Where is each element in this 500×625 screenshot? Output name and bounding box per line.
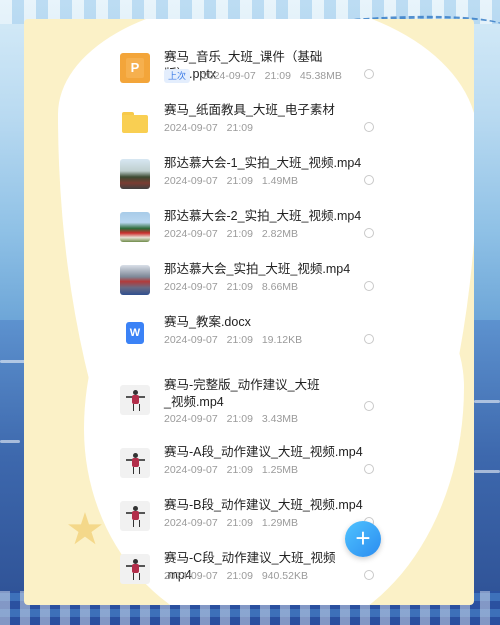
wave-line <box>474 400 500 403</box>
select-radio[interactable] <box>364 175 374 185</box>
file-size: 1.25MB <box>261 464 299 476</box>
file-time: 21:09 <box>264 70 291 82</box>
file-date: 2024-09-07 <box>202 70 256 82</box>
video-thumbnail <box>120 501 150 531</box>
file-row[interactable]: 那达慕大会-2_实拍_大班_视频.mp4 2024-09-07 21:09 2.… <box>92 202 392 252</box>
file-meta: 上次 2024-09-07 21:09 45.38MB <box>164 69 342 83</box>
file-time: 21:09 <box>226 464 253 476</box>
file-size: 940.52KB <box>261 570 308 582</box>
file-date: 2024-09-07 <box>164 413 218 425</box>
video-thumbnail <box>120 159 150 189</box>
file-time: 21:09 <box>226 228 253 240</box>
file-size: 1.49MB <box>261 175 299 187</box>
file-name: 赛马_纸面教具_大班_电子素材 <box>164 103 335 117</box>
file-date: 2024-09-07 <box>164 464 218 476</box>
docx-icon: W <box>120 318 150 348</box>
file-size: 19.12KB <box>261 334 303 346</box>
video-thumbnail <box>120 554 150 584</box>
wave-line <box>0 440 20 443</box>
ppt-icon: P <box>120 53 150 83</box>
file-meta: 2024-09-07 21:09 <box>164 122 253 134</box>
file-row[interactable]: 那达慕大会-1_实拍_大班_视频.mp4 2024-09-07 21:09 1.… <box>92 149 392 199</box>
plus-icon: + <box>355 523 371 553</box>
file-time: 21:09 <box>226 334 253 346</box>
file-name: 赛马_教案.docx <box>164 315 251 329</box>
file-size: 45.38MB <box>299 70 342 82</box>
file-name: 那达慕大会_实拍_大班_视频.mp4 <box>164 262 351 276</box>
file-meta: 2024-09-07 21:09 19.12KB <box>164 334 302 346</box>
select-radio[interactable] <box>364 281 374 291</box>
file-meta: 2024-09-07 21:09 8.66MB <box>164 281 298 293</box>
video-thumbnail <box>120 385 150 415</box>
file-row[interactable]: 那达慕大会_实拍_大班_视频.mp4 2024-09-07 21:09 8.66… <box>92 255 392 305</box>
file-time: 21:09 <box>226 175 253 187</box>
select-radio[interactable] <box>364 69 374 79</box>
file-meta: 2024-09-07 21:09 1.29MB <box>164 517 298 529</box>
recent-badge: 上次 <box>164 69 191 83</box>
file-time: 21:09 <box>226 122 253 134</box>
file-date: 2024-09-07 <box>164 122 218 134</box>
select-radio[interactable] <box>364 122 374 132</box>
file-row[interactable]: 赛马-C段_动作建议_大班_视频 .mp4 2024-09-07 21:09 9… <box>92 544 392 594</box>
file-name: 赛马-B段_动作建议_大班_视频.mp4 <box>164 498 363 512</box>
file-row[interactable]: 赛马-完整版_动作建议_大班_视频.mp4 2024-09-07 21:09 3… <box>92 373 392 435</box>
wave-line <box>474 470 500 473</box>
video-thumbnail <box>120 265 150 295</box>
select-radio[interactable] <box>364 401 374 411</box>
file-row[interactable]: 赛马-A段_动作建议_大班_视频.mp4 2024-09-07 21:09 1.… <box>92 438 392 488</box>
file-size: 3.43MB <box>261 413 299 425</box>
file-meta: 2024-09-07 21:09 3.43MB <box>164 413 298 425</box>
file-name: 赛马-完整版_动作建议_大班_视频.mp4 <box>164 378 320 409</box>
file-meta: 2024-09-07 21:09 1.25MB <box>164 464 298 476</box>
file-meta: 2024-09-07 21:09 940.52KB <box>164 570 308 582</box>
file-date: 2024-09-07 <box>164 517 218 529</box>
file-date: 2024-09-07 <box>164 570 218 582</box>
file-date: 2024-09-07 <box>164 175 218 187</box>
file-meta: 2024-09-07 21:09 1.49MB <box>164 175 298 187</box>
select-radio[interactable] <box>364 334 374 344</box>
file-time: 21:09 <box>226 413 253 425</box>
file-date: 2024-09-07 <box>164 281 218 293</box>
file-time: 21:09 <box>226 517 253 529</box>
file-date: 2024-09-07 <box>164 334 218 346</box>
select-radio[interactable] <box>364 228 374 238</box>
wave-line <box>0 360 26 363</box>
file-size: 2.82MB <box>261 228 299 240</box>
video-thumbnail <box>120 212 150 242</box>
file-time: 21:09 <box>226 281 253 293</box>
file-size: 1.29MB <box>261 517 299 529</box>
file-size: 8.66MB <box>261 281 299 293</box>
file-name: 那达慕大会-2_实拍_大班_视频.mp4 <box>164 209 362 223</box>
file-date: 2024-09-07 <box>164 228 218 240</box>
file-row[interactable]: W 赛马_教案.docx 2024-09-07 21:09 19.12KB <box>92 308 392 358</box>
file-meta: 2024-09-07 21:09 2.82MB <box>164 228 298 240</box>
add-button[interactable]: + <box>345 521 381 557</box>
folder-icon <box>120 106 150 136</box>
file-name: 那达慕大会-1_实拍_大班_视频.mp4 <box>164 156 362 170</box>
file-name: 赛马-A段_动作建议_大班_视频.mp4 <box>164 445 363 459</box>
video-thumbnail <box>120 448 150 478</box>
select-radio[interactable] <box>364 464 374 474</box>
file-time: 21:09 <box>226 570 253 582</box>
file-row[interactable]: 赛马_纸面教具_大班_电子素材 2024-09-07 21:09 <box>92 96 392 146</box>
select-radio[interactable] <box>364 570 374 580</box>
file-row[interactable]: P 赛马_音乐_大班_课件（基础版）.pptx 上次 2024-09-07 21:… <box>92 43 392 93</box>
